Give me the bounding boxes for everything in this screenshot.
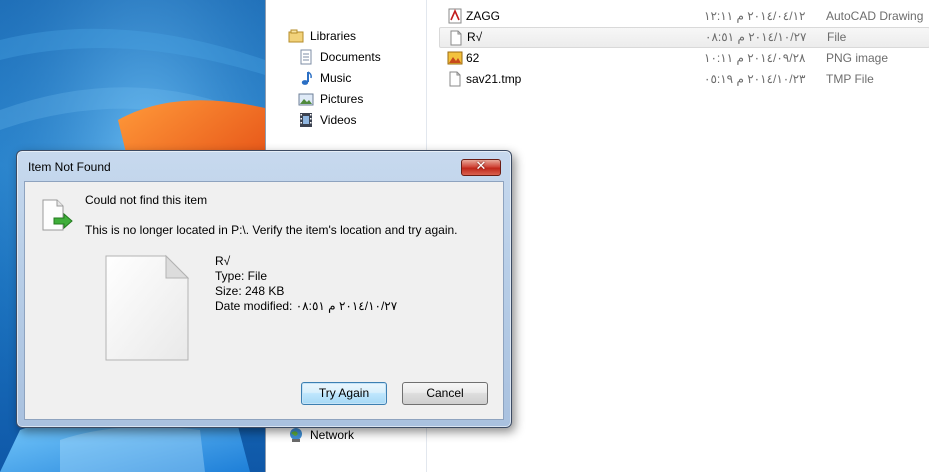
dialog-heading: Could not find this item — [85, 193, 208, 207]
videos-icon — [298, 112, 314, 128]
nav-label: Music — [320, 71, 352, 85]
network-icon — [288, 427, 304, 443]
file-name: 62 — [466, 51, 480, 65]
libraries-icon — [288, 28, 304, 44]
file-name: R√ — [467, 30, 483, 44]
item-name: R√ — [215, 254, 231, 268]
item-type: Type: File — [215, 269, 268, 283]
item-date-modified: Date modified: ٢٠١٤/١٠/٢٧ م ٠٨:٥١ — [215, 299, 398, 313]
file-row-sav21[interactable]: sav21.tmp ٢٠١٤/١٠/٢٣ م ٠٥:١٩ TMP File — [439, 69, 929, 90]
close-button[interactable]: ✕ — [461, 159, 501, 176]
file-name: ZAGG — [466, 9, 501, 23]
dialog-message: This is no longer located in P:\. Verify… — [85, 223, 458, 237]
file-type: TMP File — [826, 72, 874, 86]
file-type: File — [827, 30, 847, 44]
item-size: Size: 248 KB — [215, 284, 285, 298]
file-row-r-selected[interactable]: R√ ٢٠١٤/١٠/٢٧ م ٠٨:٥١ File — [439, 27, 929, 48]
file-thumbnail-icon — [104, 254, 190, 362]
nav-label: Network — [310, 428, 355, 442]
png-file-icon — [447, 50, 463, 66]
tmp-file-icon — [447, 71, 463, 87]
file-date: ٢٠١٤/١٠/٢٧ م ٠٨:٥١ — [705, 30, 807, 44]
pictures-icon — [298, 91, 314, 107]
try-again-button[interactable]: Try Again — [301, 382, 387, 405]
file-type: AutoCAD Drawing — [826, 9, 924, 23]
nav-label: Videos — [320, 113, 357, 127]
file-name: sav21.tmp — [466, 72, 522, 86]
file-row-zagg[interactable]: ZAGG ٢٠١٤/٠٤/١٢ م ١٢:١١ AutoCAD Drawing — [439, 6, 929, 27]
music-icon — [298, 70, 314, 86]
item-not-found-dialog: Item Not Found ✕ Could not find this ite… — [16, 150, 512, 428]
file-move-icon — [39, 196, 75, 236]
close-icon: ✕ — [475, 159, 487, 174]
nav-label: Documents — [320, 50, 381, 64]
file-type: PNG image — [826, 51, 889, 65]
file-row-62[interactable]: 62 ٢٠١٤/٠٩/٢٨ م ١٠:١١ PNG image — [439, 48, 929, 69]
file-date: ٢٠١٤/٠٩/٢٨ م ١٠:١١ — [704, 51, 806, 65]
generic-file-icon — [448, 30, 464, 46]
file-date: ٢٠١٤/٠٤/١٢ م ١٢:١١ — [704, 9, 806, 23]
nav-label: Libraries — [310, 29, 357, 43]
documents-icon — [298, 49, 314, 65]
dialog-body: Could not find this item This is no long… — [24, 181, 504, 420]
dialog-title: Item Not Found — [28, 160, 111, 174]
file-date: ٢٠١٤/١٠/٢٣ م ٠٥:١٩ — [704, 72, 806, 86]
cancel-button[interactable]: Cancel — [402, 382, 488, 405]
autocad-file-icon — [447, 8, 463, 24]
nav-label: Pictures — [320, 92, 364, 106]
